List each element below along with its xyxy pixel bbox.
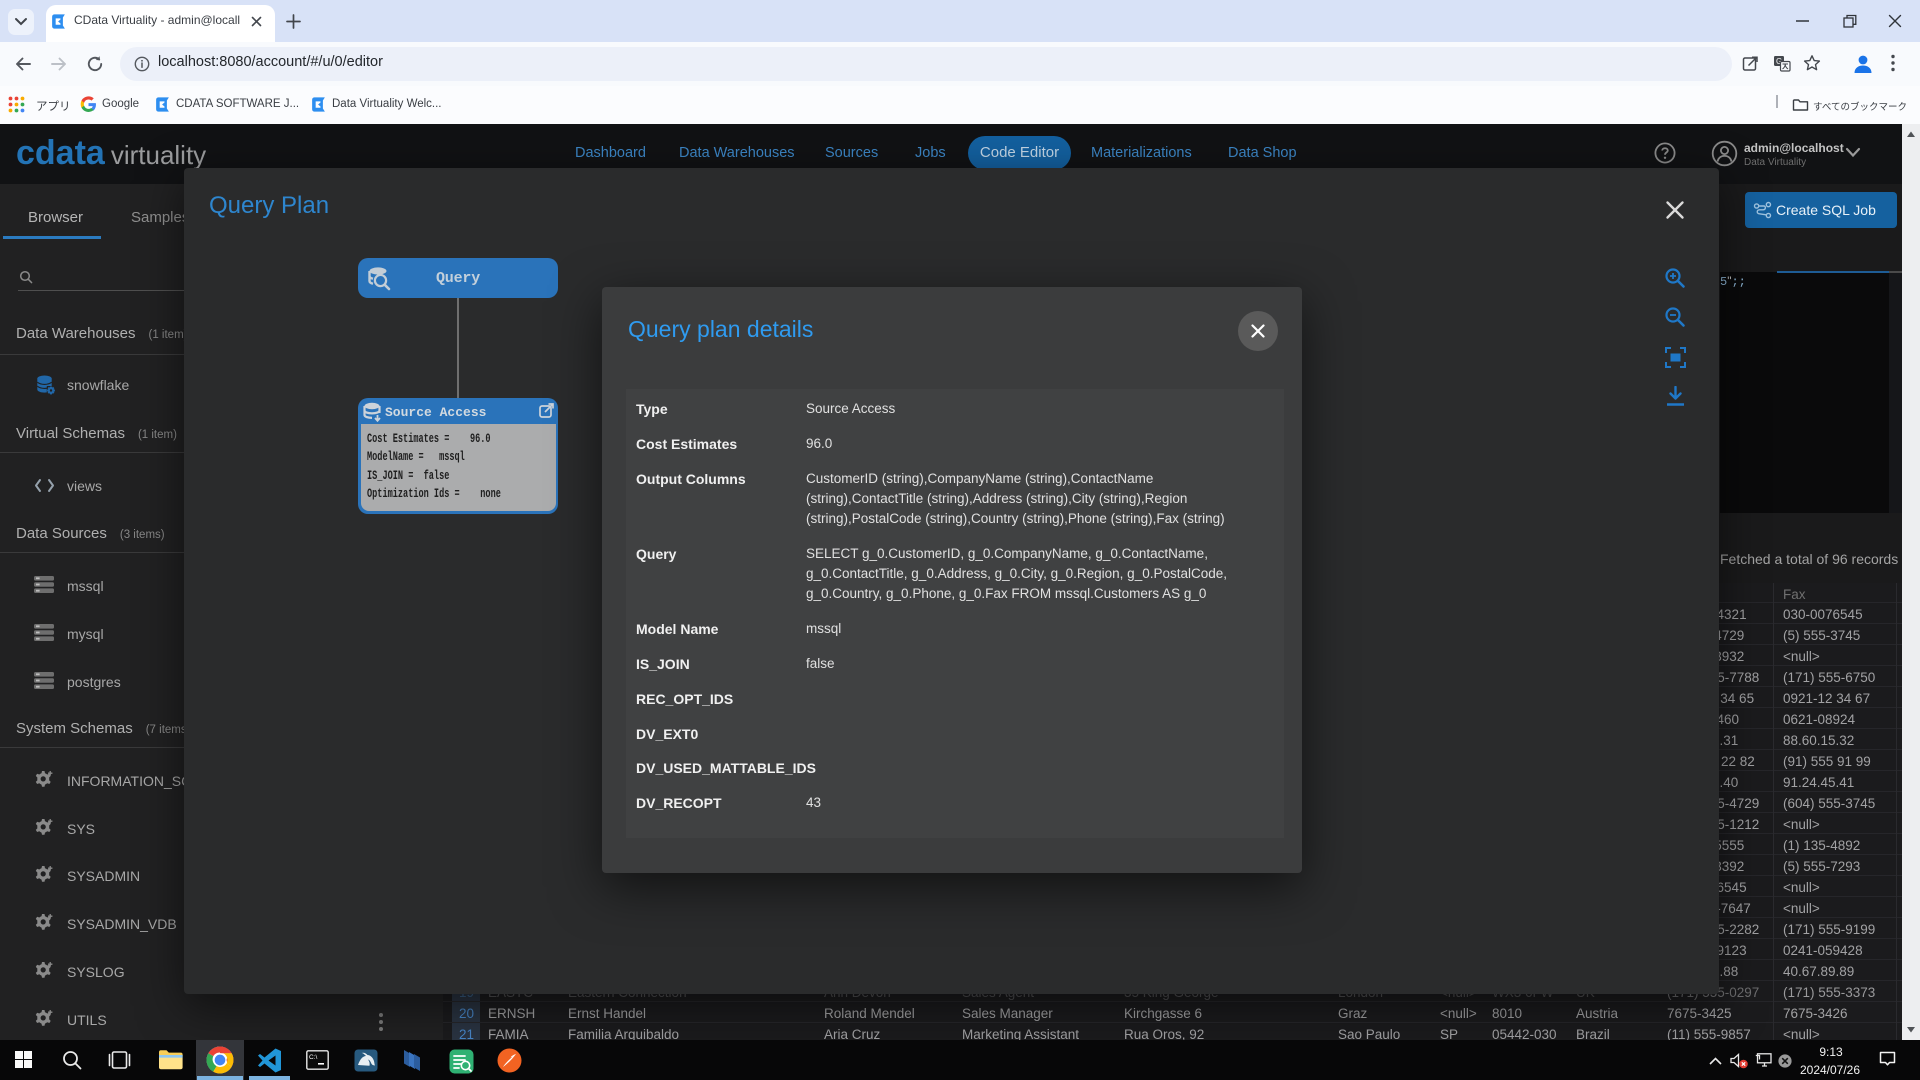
svg-text:C:\: C:\: [309, 1054, 318, 1061]
